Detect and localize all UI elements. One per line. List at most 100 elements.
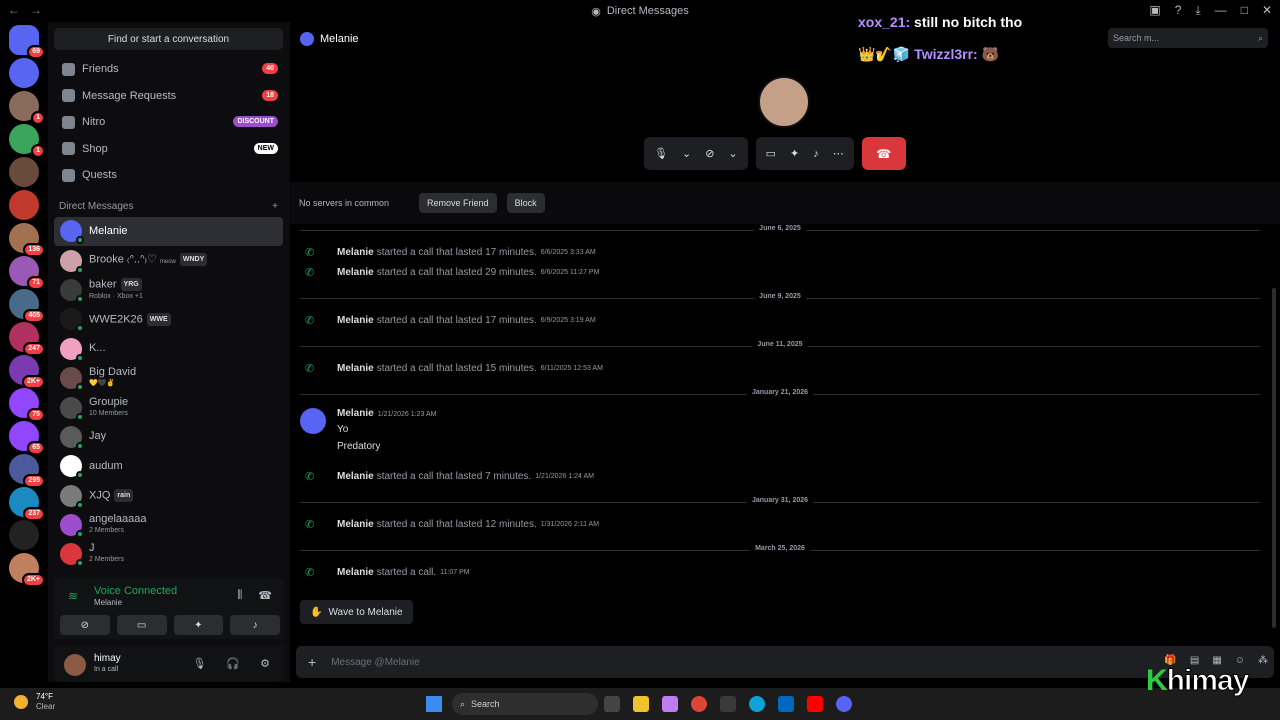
nav-item-message-requests[interactable]: Message Requests 18 (48, 83, 290, 110)
screen-share-button[interactable]: ▭ (116, 615, 167, 635)
dm-item[interactable]: angelaaaaa 2 Members (54, 510, 283, 539)
activity-icon[interactable]: ✦ (790, 147, 799, 160)
copilot-icon[interactable] (662, 696, 678, 712)
weather-widget[interactable]: 74°F Clear (14, 692, 55, 712)
screen-share-icon[interactable]: ▭ (766, 147, 776, 160)
message-input[interactable]: + Message @Melanie 🎁 ▤ ▦ ☺ ⁂ (296, 646, 1274, 678)
headphones-icon[interactable]: 🎧 (226, 657, 240, 670)
camera-off-icon[interactable]: ⊘ (705, 147, 714, 160)
call-author[interactable]: Melanie (337, 363, 374, 374)
avatar[interactable] (64, 654, 86, 676)
voice-connected-label[interactable]: Voice Connected (94, 585, 177, 597)
soundboard-icon[interactable]: ♪ (813, 148, 819, 160)
discord-taskbar-icon[interactable] (836, 696, 852, 712)
server-icon[interactable] (9, 157, 39, 187)
file-explorer-icon[interactable] (633, 696, 649, 712)
github-icon[interactable] (720, 696, 736, 712)
disconnect-icon[interactable]: ☎ (258, 589, 272, 602)
download-icon[interactable]: ⤓ (1195, 3, 1200, 18)
server-icon[interactable]: 75 (9, 388, 45, 422)
avatar[interactable] (300, 408, 326, 434)
nav-item-shop[interactable]: Shop NEW (48, 136, 290, 163)
help-icon[interactable]: ? (1175, 3, 1182, 18)
server-icon[interactable]: 295 (9, 454, 45, 488)
server-icon[interactable]: 136 (9, 223, 45, 257)
server-badge: 2K+ (21, 573, 45, 587)
server-icon[interactable]: 237 (9, 487, 45, 521)
server-icon[interactable] (9, 58, 39, 88)
dm-item[interactable]: baker YRG Roblox · Xbox +1 (54, 275, 283, 304)
youtube-icon[interactable] (807, 696, 823, 712)
server-icon[interactable]: 247 (9, 322, 45, 356)
dm-item[interactable]: Groupie 10 Members (54, 393, 283, 422)
dm-item[interactable]: K... (54, 334, 283, 363)
dm-item[interactable]: audum (54, 452, 283, 481)
taskbar-search[interactable]: ⌕ Search (452, 693, 598, 715)
dm-item[interactable]: J2 Members (54, 540, 283, 569)
apps-icon[interactable]: ⁂ (1258, 655, 1268, 666)
server-icon[interactable]: 1 (9, 124, 45, 158)
block-button[interactable]: Block (506, 193, 545, 213)
chevron-down-icon[interactable]: ⌄ (682, 147, 691, 160)
server-icon[interactable]: 71 (9, 256, 45, 290)
back-arrow-icon[interactable]: ← (8, 3, 20, 17)
user-name[interactable]: himay (94, 653, 121, 664)
add-dm-icon[interactable]: + (272, 201, 278, 212)
more-icon[interactable]: ⋯ (833, 147, 844, 160)
soundboard-button[interactable]: ♪ (230, 615, 280, 635)
call-participant-avatar[interactable] (758, 76, 810, 128)
chrome-icon[interactable] (691, 696, 707, 712)
call-author[interactable]: Melanie (337, 247, 374, 258)
inbox-icon[interactable]: ▣ (1149, 3, 1160, 18)
call-author[interactable]: Melanie (337, 567, 374, 578)
attach-plus-icon[interactable]: + (308, 654, 316, 670)
call-author[interactable]: Melanie (337, 267, 374, 278)
edge-icon[interactable] (749, 696, 765, 712)
dm-item[interactable]: Melanie (54, 216, 283, 246)
chevron-down-icon[interactable]: ⌄ (728, 147, 737, 160)
end-call-button[interactable]: ☎ (861, 137, 906, 170)
voice-channel-label[interactable]: Melanie (94, 598, 122, 607)
dm-item[interactable]: Big David 💛🖤✌ (54, 363, 283, 392)
settings-gear-icon[interactable]: ⚙ (260, 657, 270, 670)
nav-item-nitro[interactable]: Nitro DISCOUNT (48, 109, 290, 136)
server-icon[interactable] (9, 190, 39, 220)
camera-off-button[interactable]: ⊘ (60, 615, 110, 635)
nav-item-friends[interactable]: Friends 40 (48, 56, 290, 83)
task-view-icon[interactable] (604, 696, 620, 712)
server-icon[interactable]: 2K+ (9, 553, 45, 587)
server-badge: 136 (23, 243, 45, 257)
search-input[interactable]: Search m... ⌕ (1108, 28, 1268, 48)
nav-item-quests[interactable]: Quests (48, 162, 290, 189)
phone-icon: ✆ (305, 247, 315, 259)
server-icon[interactable]: 405 (9, 289, 45, 323)
dm-item[interactable]: Brooke ₍ᐢ..ᐢ₎♡ meow WNDY (54, 246, 283, 275)
dm-item[interactable]: XJQ rain (54, 481, 283, 510)
store-icon[interactable] (778, 696, 794, 712)
minimize-icon[interactable]: — (1215, 3, 1227, 18)
call-author[interactable]: Melanie (337, 519, 374, 530)
call-author[interactable]: Melanie (337, 315, 374, 326)
dm-item[interactable]: WWE2K26 WWE (54, 305, 283, 334)
activity-button[interactable]: ✦ (173, 615, 224, 635)
find-conversation-button[interactable]: Find or start a conversation (54, 28, 283, 50)
server-icon[interactable]: 65 (9, 421, 45, 455)
wave-button[interactable]: ✋ Wave to Melanie (300, 600, 413, 624)
dm-item[interactable]: Jay (54, 422, 283, 451)
server-icon[interactable]: 1 (9, 91, 45, 125)
forward-arrow-icon[interactable]: → (30, 3, 42, 17)
maximize-icon[interactable]: □ (1241, 3, 1248, 18)
server-icon[interactable]: 2K+ (9, 355, 45, 389)
mic-icon[interactable]: 🎙 (192, 657, 206, 670)
server-icon[interactable]: 69 (9, 25, 45, 59)
scrollbar[interactable] (1272, 288, 1276, 628)
message-author-name[interactable]: Melanie (337, 408, 374, 419)
microphone-icon[interactable]: 🎙 (654, 147, 668, 160)
noise-suppression-icon[interactable]: ⫼ (237, 589, 242, 602)
remove-friend-button[interactable]: Remove Friend (419, 193, 497, 213)
call-author[interactable]: Melanie (337, 471, 374, 482)
windows-start-icon[interactable] (426, 696, 442, 712)
message-author[interactable]: Melanie 1/21/2026 1:23 AM (337, 408, 436, 419)
close-icon[interactable]: ✕ (1262, 3, 1272, 18)
server-icon[interactable] (9, 520, 39, 550)
